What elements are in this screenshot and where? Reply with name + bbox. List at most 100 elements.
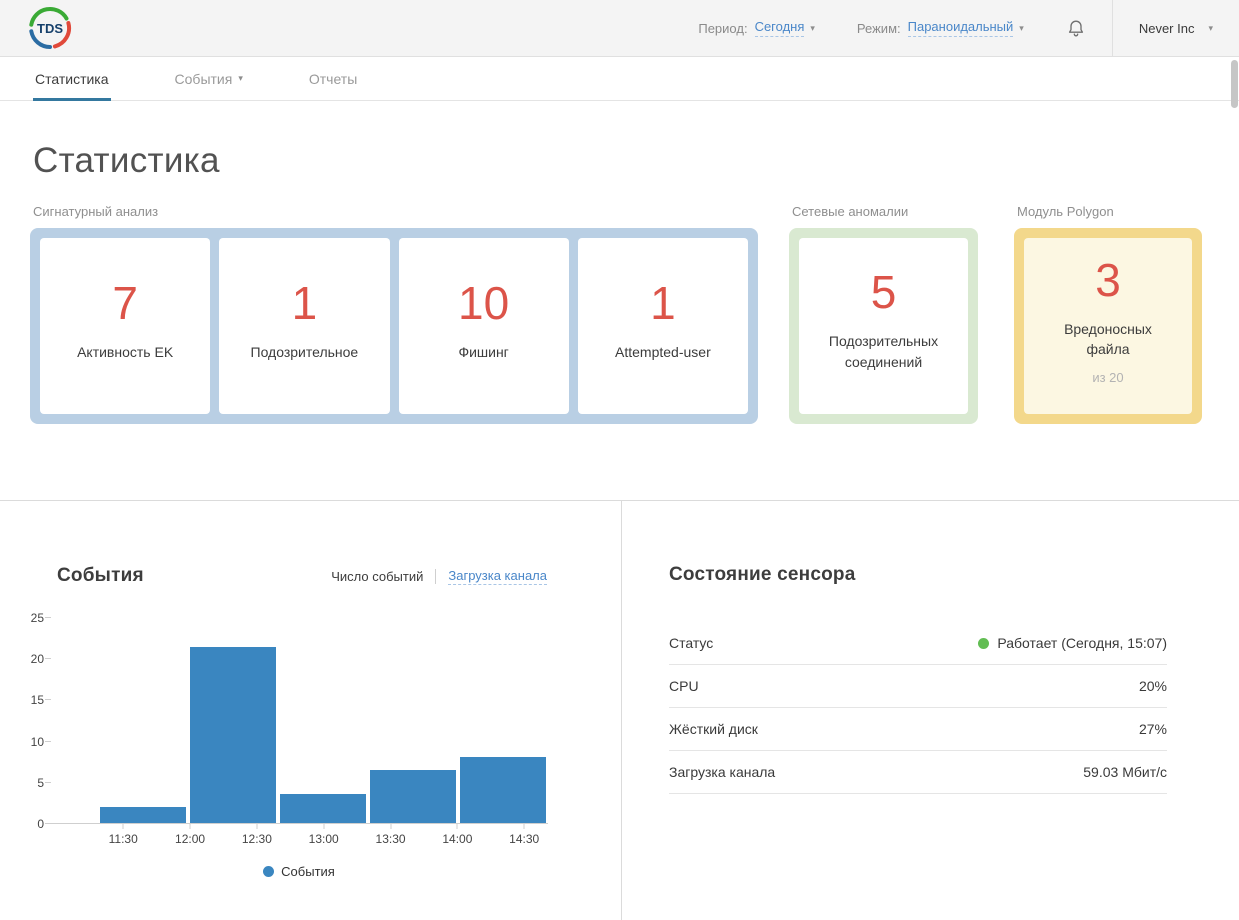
events-panel: События Число событий Загрузка канала 11… [0,501,622,920]
sensor-row-value: 20% [1138,678,1167,694]
stat-card-phishing[interactable]: 10 Фишинг [398,237,569,414]
summary-cards-row: Сигнатурный анализ 7 Активность EK 1 Под… [30,204,1239,424]
sensor-row-label: Статус [669,635,714,651]
sensor-row-channel: Загрузка канала 59.03 Мбит/с [669,751,1167,794]
network-anomalies-group: Сетевые аномалии 5 Подозрительных соедин… [789,204,978,424]
sensor-row-value: Работает (Сегодня, 15:07) [978,635,1167,651]
tab-reports[interactable]: Отчеты [307,57,359,100]
events-bar [280,794,367,823]
stat-value: 10 [458,276,510,329]
sensor-row-disk: Жёсткий диск 27% [669,708,1167,751]
main-nav-tabs: Статистика События Отчеты [0,57,1239,101]
sensor-row-label: CPU [669,678,699,694]
stat-value: 1 [650,276,676,329]
y-axis-tick-label: 0 [37,817,44,831]
stat-label: Фишинг [458,343,509,360]
x-axis-tick [189,823,191,829]
y-axis-tick [45,658,51,660]
chevron-down-icon [810,23,815,34]
account-menu[interactable]: Never Inc [1113,0,1239,56]
x-axis-tick-label: 12:00 [175,832,206,846]
stat-value: 1 [291,276,318,329]
account-name: Never Inc [1138,20,1195,36]
y-axis-tick-label: 5 [37,775,44,790]
tab-statistics[interactable]: Статистика [33,57,111,101]
events-chart: 11:30 12:00 12:30 13:00 13:30 14:00 14:30 0 5 10… [30,611,548,846]
signature-analysis-box: 7 Активность EK 1 Подозрительное 10 Фиши… [30,227,758,424]
sensor-row-label: Жёсткий диск [669,721,758,737]
x-axis-tick [456,823,458,829]
mode-control: Режим: Параноидальный [856,19,1024,37]
stat-value: 3 [1095,253,1121,306]
sensor-status-panel: Состояние сенсора Статус Работает (Сегод… [622,501,1239,920]
events-bar [370,769,457,823]
y-axis-tick [45,823,51,824]
chevron-down-icon [238,73,243,84]
x-axis-tick-label: 13:00 [308,832,339,846]
stat-card-attempted-user[interactable]: 1 Attempted-user [577,237,748,414]
stat-card-ek-activity[interactable]: 7 Активность EK [40,237,211,414]
svg-text:TDS: TDS [37,21,63,36]
network-anomalies-box: 5 Подозрительных соединений [789,227,978,424]
x-axis-tick [122,823,124,829]
stat-value: 7 [112,276,138,329]
events-panel-head: События Число событий Загрузка канала [57,565,547,587]
mode-label: Режим: [856,20,901,36]
group-label-network: Сетевые аномалии [792,203,909,219]
stat-value: 5 [870,266,897,319]
sensor-row-status: Статус Работает (Сегодня, 15:07) [669,622,1167,665]
group-label-signature: Сигнатурный анализ [33,203,159,219]
statistics-section: Статистика Сигнатурный анализ 7 Активнос… [0,142,1239,500]
stat-label: Вредоносных файла [1064,320,1152,358]
y-axis-tick [45,781,51,783]
legend-label: События [281,864,335,879]
chart-legend: События [50,864,548,879]
events-bar [460,757,547,823]
y-axis-tick-label: 10 [30,734,44,749]
tds-logo[interactable]: TDS [28,6,72,50]
stat-card-malicious-files[interactable]: 3 Вредоносных файла из 20 [1024,237,1192,414]
events-bar [99,806,186,823]
stat-card-suspicious-connections[interactable]: 5 Подозрительных соединений [799,237,968,414]
tds-dashboard: TDS Период: Сегодня Режим: Параноидальны… [0,0,1239,920]
chevron-down-icon [1208,23,1213,34]
toggle-event-count[interactable]: Число событий [331,569,423,584]
sensor-row-value: 59.03 Мбит/с [1083,764,1167,780]
period-label: Период: [698,20,748,36]
stat-card-suspicious[interactable]: 1 Подозрительное [219,237,390,414]
stat-label: Подозрительное [250,343,359,360]
polygon-module-group: Модуль Polygon 3 Вредоносных файла из 20 [1014,204,1202,424]
x-axis-tick-label: 14:00 [442,832,473,846]
sensor-row-value: 27% [1138,721,1167,737]
sensor-rows: Статус Работает (Сегодня, 15:07) CPU 20%… [669,622,1167,794]
sensor-row-cpu: CPU 20% [669,665,1167,708]
status-ok-icon [978,637,990,649]
period-select[interactable]: Сегодня [754,19,805,37]
notification-bell-icon[interactable] [1066,18,1086,39]
toggle-separator [435,569,437,584]
mode-select[interactable]: Параноидальный [907,19,1014,37]
stat-label: Attempted-user [615,343,711,360]
events-bar [189,646,277,823]
x-axis-tick-label: 13:30 [375,832,406,846]
x-axis-tick-label: 11:30 [108,832,138,846]
events-chart-plot: 11:30 12:00 12:30 13:00 13:30 14:00 14:30 [50,618,548,846]
legend-dot-icon [263,866,275,877]
x-axis-tick [323,823,325,829]
bottom-section: События Число событий Загрузка канала 11… [0,500,1239,920]
stat-label: Подозрительных соединений [828,333,939,370]
x-axis-tick [390,823,392,829]
y-axis-tick-label: 25 [30,611,44,625]
x-axis-tick-label: 14:30 [509,832,540,846]
polygon-module-box: 3 Вредоносных файла из 20 [1014,227,1202,424]
toggle-channel-load[interactable]: Загрузка канала [448,568,547,586]
scrollbar-thumb[interactable] [1231,60,1238,108]
signature-analysis-group: Сигнатурный анализ 7 Активность EK 1 Под… [30,204,758,424]
y-axis-tick [45,740,51,742]
y-axis-tick-label: 20 [30,652,44,667]
tab-events[interactable]: События [173,57,245,100]
metric-toggle: Число событий Загрузка канала [331,568,547,586]
x-axis-tick [256,823,258,829]
events-title: События [57,565,144,586]
y-axis-tick [45,617,51,618]
